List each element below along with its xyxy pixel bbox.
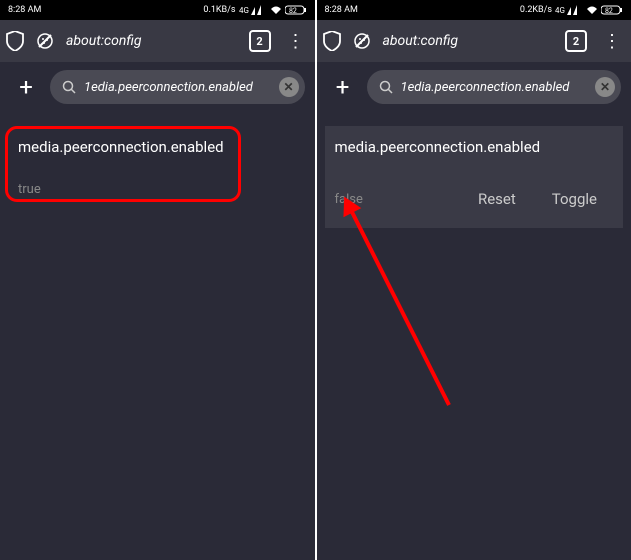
pref-value: true xyxy=(18,182,297,197)
clear-search-button[interactable]: ✕ xyxy=(595,77,615,97)
browser-toolbar: about:config 2 ⋮ xyxy=(0,20,315,62)
svg-text:82: 82 xyxy=(605,7,613,15)
search-input[interactable]: 1edia.peerconnection.enabled xyxy=(84,80,271,95)
status-bar: 8:28 AM 0.1KB/s 4G 82 xyxy=(0,0,315,20)
shield-icon[interactable] xyxy=(323,31,341,51)
reset-button[interactable]: Reset xyxy=(462,182,532,216)
add-pref-button[interactable]: + xyxy=(327,71,359,103)
search-field[interactable]: 1edia.peerconnection.enabled ✕ xyxy=(367,70,622,104)
browser-toolbar: about:config 2 ⋮ xyxy=(317,20,631,62)
search-icon xyxy=(379,80,393,94)
search-field[interactable]: 1edia.peerconnection.enabled ✕ xyxy=(50,70,305,104)
pref-item[interactable]: media.peerconnection.enabled xyxy=(8,126,307,170)
url-bar[interactable]: about:config xyxy=(383,33,554,49)
battery-icon: 82 xyxy=(285,5,307,15)
tab-counter[interactable]: 2 xyxy=(565,30,587,52)
url-bar[interactable]: about:config xyxy=(66,33,237,49)
signal-icon: 4G xyxy=(239,5,267,15)
pref-value-row[interactable]: true xyxy=(8,170,307,209)
status-time: 8:28 AM xyxy=(325,5,358,15)
battery-icon: 82 xyxy=(601,5,623,15)
signal-icon: 4G xyxy=(555,5,583,15)
pref-name: media.peerconnection.enabled xyxy=(335,138,614,156)
menu-button[interactable]: ⋮ xyxy=(599,31,625,52)
pref-value-row: false Reset Toggle xyxy=(325,170,624,228)
svg-text:82: 82 xyxy=(289,7,297,15)
annotation-arrow xyxy=(339,195,459,415)
pref-item[interactable]: media.peerconnection.enabled xyxy=(325,126,624,170)
pref-name: media.peerconnection.enabled xyxy=(18,138,297,156)
search-icon xyxy=(62,80,76,94)
svg-text:4G: 4G xyxy=(555,6,565,15)
toggle-button[interactable]: Toggle xyxy=(536,182,613,216)
shield-icon[interactable] xyxy=(6,31,24,51)
status-bar: 8:28 AM 0.2KB/s 4G 82 xyxy=(317,0,631,20)
wifi-icon xyxy=(586,5,598,15)
pref-value: false xyxy=(335,192,458,207)
tab-counter[interactable]: 2 xyxy=(249,30,271,52)
wifi-icon xyxy=(270,5,282,15)
network-speed: 0.1KB/s xyxy=(203,5,235,15)
search-input[interactable]: 1edia.peerconnection.enabled xyxy=(401,80,588,95)
menu-button[interactable]: ⋮ xyxy=(283,31,309,52)
network-speed: 0.2KB/s xyxy=(520,5,552,15)
add-pref-button[interactable]: + xyxy=(10,71,42,103)
status-time: 8:28 AM xyxy=(8,5,41,15)
clear-search-button[interactable]: ✕ xyxy=(279,77,299,97)
tracking-off-icon[interactable] xyxy=(353,32,371,50)
svg-text:4G: 4G xyxy=(239,6,249,15)
tracking-off-icon[interactable] xyxy=(36,32,54,50)
